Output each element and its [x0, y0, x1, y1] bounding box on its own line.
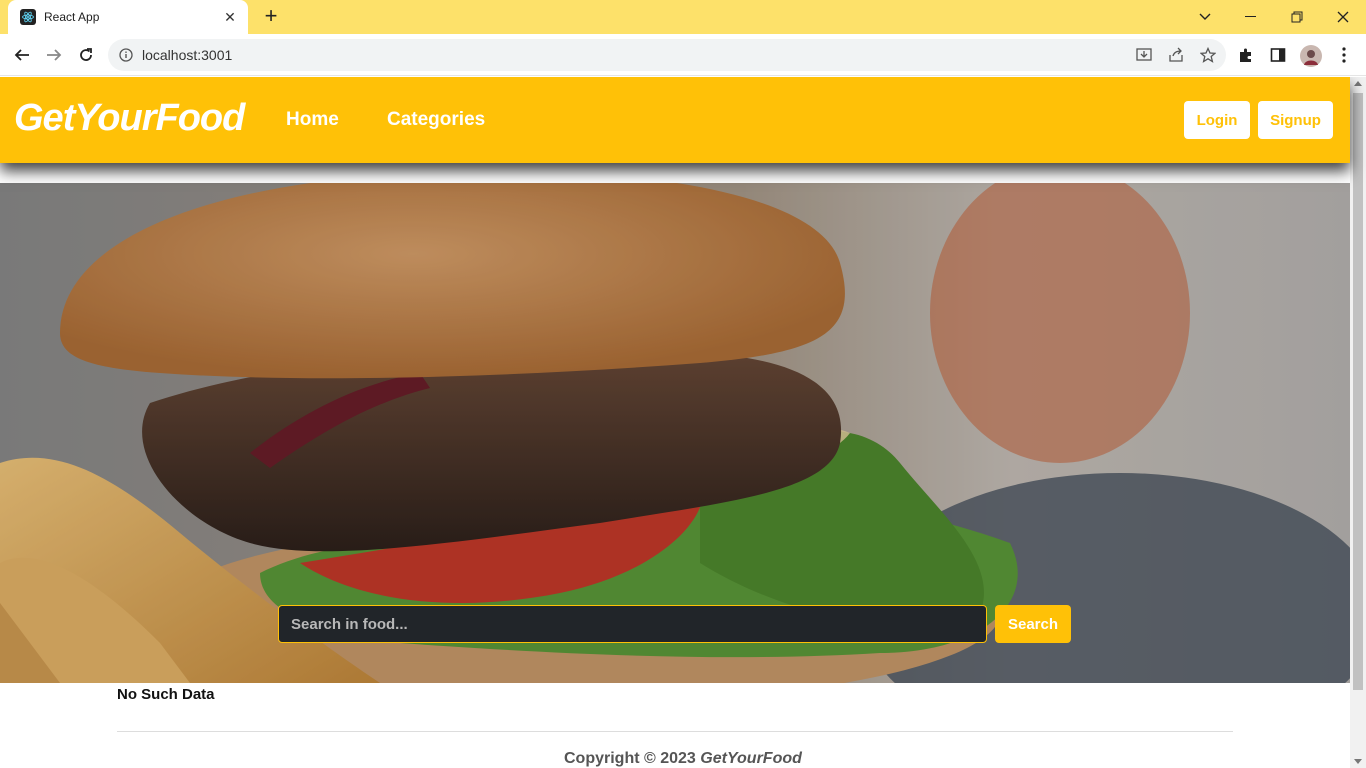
reload-icon[interactable]	[73, 42, 99, 68]
footer-divider	[117, 731, 1233, 732]
browser-tab-strip: React App ✕ +	[0, 0, 1366, 34]
profile-avatar[interactable]	[1300, 45, 1322, 67]
footer-copyright-text: Copyright © 2023	[564, 750, 701, 767]
url-text[interactable]: localhost:3001	[142, 47, 232, 63]
react-favicon-icon	[20, 9, 36, 25]
scroll-up-arrow-icon[interactable]	[1354, 81, 1362, 86]
signup-button[interactable]: Signup	[1258, 101, 1333, 139]
browser-menu-icon[interactable]	[1334, 45, 1354, 65]
extensions-puzzle-icon[interactable]	[1236, 45, 1256, 65]
minimize-icon[interactable]	[1228, 0, 1274, 34]
page-viewport: GetYourFood Home Categories Login Signup	[0, 77, 1366, 768]
install-app-icon[interactable]	[1134, 45, 1154, 65]
tab-search-chevron-icon[interactable]	[1182, 0, 1228, 34]
no-data-message: No Such Data	[117, 686, 215, 703]
footer-brand: GetYourFood	[700, 750, 802, 767]
footer-copyright: Copyright © 2023 GetYourFood	[564, 750, 802, 768]
login-button[interactable]: Login	[1184, 101, 1250, 139]
tab-title: React App	[44, 10, 100, 24]
nav-categories-link[interactable]: Categories	[387, 109, 485, 131]
site-navbar: GetYourFood Home Categories Login Signup	[0, 77, 1350, 163]
browser-toolbar: localhost:3001	[0, 34, 1366, 76]
site-info-icon[interactable]	[118, 47, 134, 63]
scrollbar-thumb[interactable]	[1353, 93, 1363, 690]
new-tab-button[interactable]: +	[258, 4, 284, 30]
browser-tab[interactable]: React App ✕	[8, 0, 248, 34]
restore-icon[interactable]	[1274, 0, 1320, 34]
forward-arrow-icon[interactable]	[41, 42, 67, 68]
brand-logo[interactable]: GetYourFood	[14, 97, 245, 140]
share-icon[interactable]	[1166, 45, 1186, 65]
food-search-input[interactable]: Search in food...	[278, 605, 987, 643]
page-scrollbar[interactable]	[1350, 77, 1366, 768]
address-bar[interactable]: localhost:3001	[108, 39, 1226, 71]
side-panel-icon[interactable]	[1268, 45, 1288, 65]
nav-home-link[interactable]: Home	[286, 109, 339, 131]
tab-close-icon[interactable]: ✕	[222, 9, 238, 26]
back-arrow-icon[interactable]	[9, 42, 35, 68]
bookmark-star-icon[interactable]	[1198, 45, 1218, 65]
scroll-down-arrow-icon[interactable]	[1354, 759, 1362, 764]
close-window-icon[interactable]	[1320, 0, 1366, 34]
search-button[interactable]: Search	[995, 605, 1071, 643]
